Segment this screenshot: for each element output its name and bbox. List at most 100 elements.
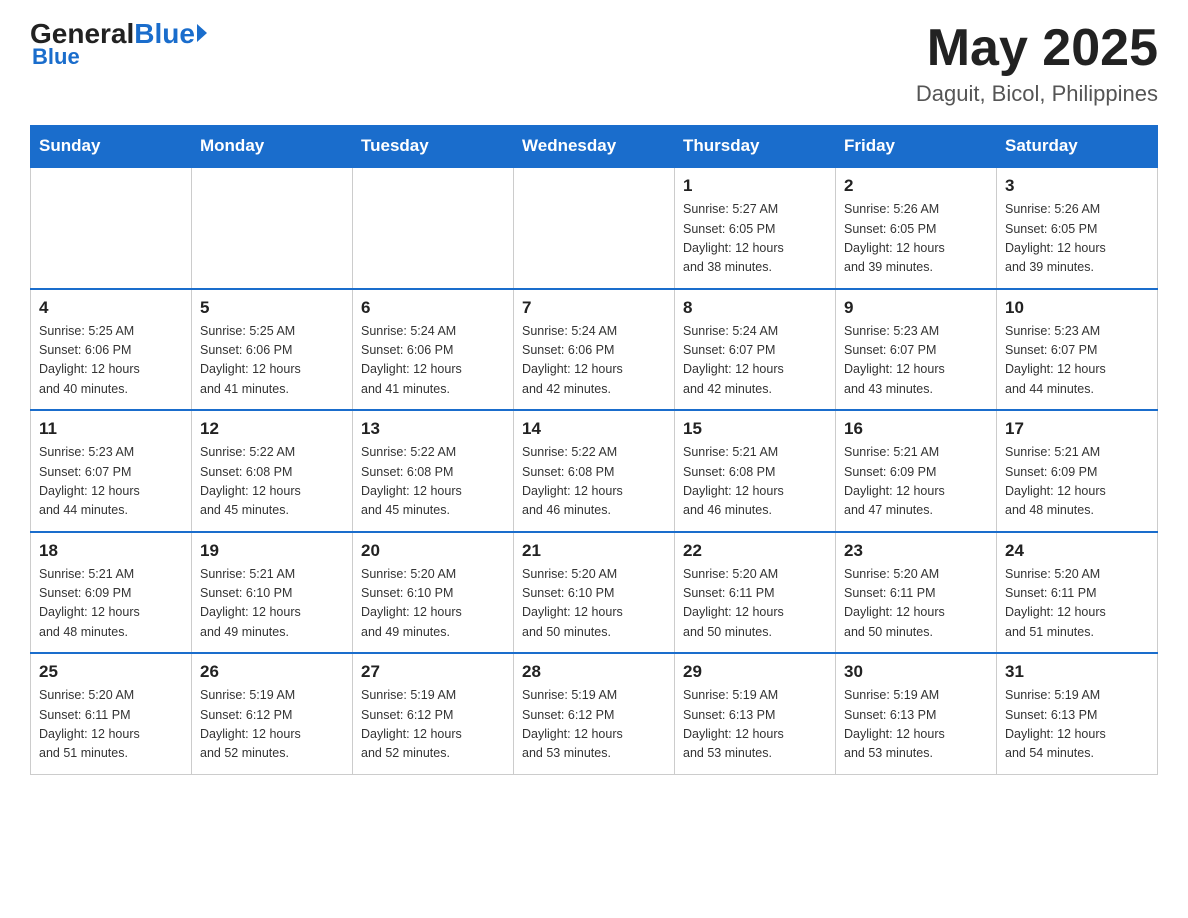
day-info: Sunrise: 5:22 AM Sunset: 6:08 PM Dayligh… — [200, 443, 344, 521]
calendar-subtitle: Daguit, Bicol, Philippines — [916, 81, 1158, 107]
day-number: 9 — [844, 298, 988, 318]
day-info: Sunrise: 5:20 AM Sunset: 6:11 PM Dayligh… — [844, 565, 988, 643]
header-friday: Friday — [836, 126, 997, 168]
day-number: 28 — [522, 662, 666, 682]
day-number: 26 — [200, 662, 344, 682]
calendar-body: 1 Sunrise: 5:27 AM Sunset: 6:05 PM Daylig… — [31, 167, 1158, 774]
day-number: 25 — [39, 662, 183, 682]
title-area: May 2025 Daguit, Bicol, Philippines — [916, 20, 1158, 107]
day-number: 30 — [844, 662, 988, 682]
header-sunday: Sunday — [31, 126, 192, 168]
day-number: 8 — [683, 298, 827, 318]
header-wednesday: Wednesday — [514, 126, 675, 168]
header-saturday: Saturday — [997, 126, 1158, 168]
calendar-cell: 15 Sunrise: 5:21 AM Sunset: 6:08 PM Dayli… — [675, 410, 836, 532]
day-number: 18 — [39, 541, 183, 561]
calendar-cell: 1 Sunrise: 5:27 AM Sunset: 6:05 PM Daylig… — [675, 167, 836, 289]
day-number: 24 — [1005, 541, 1149, 561]
calendar-cell: 31 Sunrise: 5:19 AM Sunset: 6:13 PM Dayli… — [997, 653, 1158, 774]
day-info: Sunrise: 5:23 AM Sunset: 6:07 PM Dayligh… — [1005, 322, 1149, 400]
calendar-cell: 17 Sunrise: 5:21 AM Sunset: 6:09 PM Dayli… — [997, 410, 1158, 532]
calendar-cell: 5Sunrise: 5:25 AM Sunset: 6:06 PM Daylig… — [192, 289, 353, 411]
calendar-cell: 24 Sunrise: 5:20 AM Sunset: 6:11 PM Dayli… — [997, 532, 1158, 654]
day-number: 22 — [683, 541, 827, 561]
day-info: Sunrise: 5:23 AM Sunset: 6:07 PM Dayligh… — [844, 322, 988, 400]
day-info: Sunrise: 5:23 AM Sunset: 6:07 PM Dayligh… — [39, 443, 183, 521]
day-info: Sunrise: 5:24 AM Sunset: 6:06 PM Dayligh… — [522, 322, 666, 400]
day-info: Sunrise: 5:20 AM Sunset: 6:10 PM Dayligh… — [361, 565, 505, 643]
logo-arrow-icon — [197, 24, 207, 42]
day-number: 20 — [361, 541, 505, 561]
calendar-table: Sunday Monday Tuesday Wednesday Thursday… — [30, 125, 1158, 775]
calendar-cell: 4Sunrise: 5:25 AM Sunset: 6:06 PM Daylig… — [31, 289, 192, 411]
calendar-cell: 22Sunrise: 5:20 AM Sunset: 6:11 PM Dayli… — [675, 532, 836, 654]
day-info: Sunrise: 5:22 AM Sunset: 6:08 PM Dayligh… — [522, 443, 666, 521]
day-info: Sunrise: 5:22 AM Sunset: 6:08 PM Dayligh… — [361, 443, 505, 521]
logo-sub-text: Blue — [32, 44, 80, 70]
day-info: Sunrise: 5:24 AM Sunset: 6:07 PM Dayligh… — [683, 322, 827, 400]
calendar-cell: 3Sunrise: 5:26 AM Sunset: 6:05 PM Daylig… — [997, 167, 1158, 289]
day-info: Sunrise: 5:21 AM Sunset: 6:09 PM Dayligh… — [1005, 443, 1149, 521]
calendar-cell: 29Sunrise: 5:19 AM Sunset: 6:13 PM Dayli… — [675, 653, 836, 774]
day-info: Sunrise: 5:19 AM Sunset: 6:12 PM Dayligh… — [200, 686, 344, 764]
day-info: Sunrise: 5:26 AM Sunset: 6:05 PM Dayligh… — [844, 200, 988, 278]
calendar-cell: 27Sunrise: 5:19 AM Sunset: 6:12 PM Dayli… — [353, 653, 514, 774]
logo-blue-text: Blue — [134, 20, 195, 48]
calendar-cell: 10 Sunrise: 5:23 AM Sunset: 6:07 PM Dayli… — [997, 289, 1158, 411]
calendar-cell: 21Sunrise: 5:20 AM Sunset: 6:10 PM Dayli… — [514, 532, 675, 654]
day-number: 23 — [844, 541, 988, 561]
day-info: Sunrise: 5:24 AM Sunset: 6:06 PM Dayligh… — [361, 322, 505, 400]
header-thursday: Thursday — [675, 126, 836, 168]
calendar-cell: 2Sunrise: 5:26 AM Sunset: 6:05 PM Daylig… — [836, 167, 997, 289]
day-number: 1 — [683, 176, 827, 196]
calendar-title: May 2025 — [916, 20, 1158, 77]
calendar-cell: 9 Sunrise: 5:23 AM Sunset: 6:07 PM Daylig… — [836, 289, 997, 411]
calendar-cell: 7 Sunrise: 5:24 AM Sunset: 6:06 PM Daylig… — [514, 289, 675, 411]
day-info: Sunrise: 5:20 AM Sunset: 6:11 PM Dayligh… — [1005, 565, 1149, 643]
day-number: 15 — [683, 419, 827, 439]
calendar-week-row: 18Sunrise: 5:21 AM Sunset: 6:09 PM Dayli… — [31, 532, 1158, 654]
days-header-row: Sunday Monday Tuesday Wednesday Thursday… — [31, 126, 1158, 168]
calendar-cell — [514, 167, 675, 289]
calendar-cell: 11 Sunrise: 5:23 AM Sunset: 6:07 PM Dayli… — [31, 410, 192, 532]
day-number: 4 — [39, 298, 183, 318]
calendar-cell: 12Sunrise: 5:22 AM Sunset: 6:08 PM Dayli… — [192, 410, 353, 532]
calendar-week-row: 1 Sunrise: 5:27 AM Sunset: 6:05 PM Daylig… — [31, 167, 1158, 289]
day-number: 7 — [522, 298, 666, 318]
header-tuesday: Tuesday — [353, 126, 514, 168]
calendar-cell: 6Sunrise: 5:24 AM Sunset: 6:06 PM Daylig… — [353, 289, 514, 411]
day-number: 16 — [844, 419, 988, 439]
calendar-cell: 30 Sunrise: 5:19 AM Sunset: 6:13 PM Dayli… — [836, 653, 997, 774]
calendar-cell: 14Sunrise: 5:22 AM Sunset: 6:08 PM Dayli… — [514, 410, 675, 532]
day-number: 31 — [1005, 662, 1149, 682]
calendar-week-row: 11 Sunrise: 5:23 AM Sunset: 6:07 PM Dayli… — [31, 410, 1158, 532]
day-info: Sunrise: 5:19 AM Sunset: 6:13 PM Dayligh… — [844, 686, 988, 764]
day-info: Sunrise: 5:21 AM Sunset: 6:08 PM Dayligh… — [683, 443, 827, 521]
calendar-cell: 16Sunrise: 5:21 AM Sunset: 6:09 PM Dayli… — [836, 410, 997, 532]
day-number: 13 — [361, 419, 505, 439]
day-info: Sunrise: 5:20 AM Sunset: 6:11 PM Dayligh… — [39, 686, 183, 764]
day-number: 5 — [200, 298, 344, 318]
day-info: Sunrise: 5:19 AM Sunset: 6:13 PM Dayligh… — [1005, 686, 1149, 764]
day-number: 10 — [1005, 298, 1149, 318]
day-number: 21 — [522, 541, 666, 561]
day-number: 19 — [200, 541, 344, 561]
day-number: 17 — [1005, 419, 1149, 439]
calendar-cell: 19 Sunrise: 5:21 AM Sunset: 6:10 PM Dayli… — [192, 532, 353, 654]
day-info: Sunrise: 5:21 AM Sunset: 6:10 PM Dayligh… — [200, 565, 344, 643]
calendar-cell: 25 Sunrise: 5:20 AM Sunset: 6:11 PM Dayli… — [31, 653, 192, 774]
day-number: 29 — [683, 662, 827, 682]
calendar-week-row: 25 Sunrise: 5:20 AM Sunset: 6:11 PM Dayli… — [31, 653, 1158, 774]
day-number: 11 — [39, 419, 183, 439]
calendar-cell: 28 Sunrise: 5:19 AM Sunset: 6:12 PM Dayli… — [514, 653, 675, 774]
day-info: Sunrise: 5:27 AM Sunset: 6:05 PM Dayligh… — [683, 200, 827, 278]
calendar-cell: 26 Sunrise: 5:19 AM Sunset: 6:12 PM Dayli… — [192, 653, 353, 774]
calendar-cell: 8 Sunrise: 5:24 AM Sunset: 6:07 PM Daylig… — [675, 289, 836, 411]
day-number: 3 — [1005, 176, 1149, 196]
header-monday: Monday — [192, 126, 353, 168]
day-info: Sunrise: 5:19 AM Sunset: 6:12 PM Dayligh… — [522, 686, 666, 764]
calendar-week-row: 4Sunrise: 5:25 AM Sunset: 6:06 PM Daylig… — [31, 289, 1158, 411]
logo-area: GeneralBlue Blue — [30, 20, 207, 70]
day-info: Sunrise: 5:19 AM Sunset: 6:12 PM Dayligh… — [361, 686, 505, 764]
calendar-cell — [31, 167, 192, 289]
